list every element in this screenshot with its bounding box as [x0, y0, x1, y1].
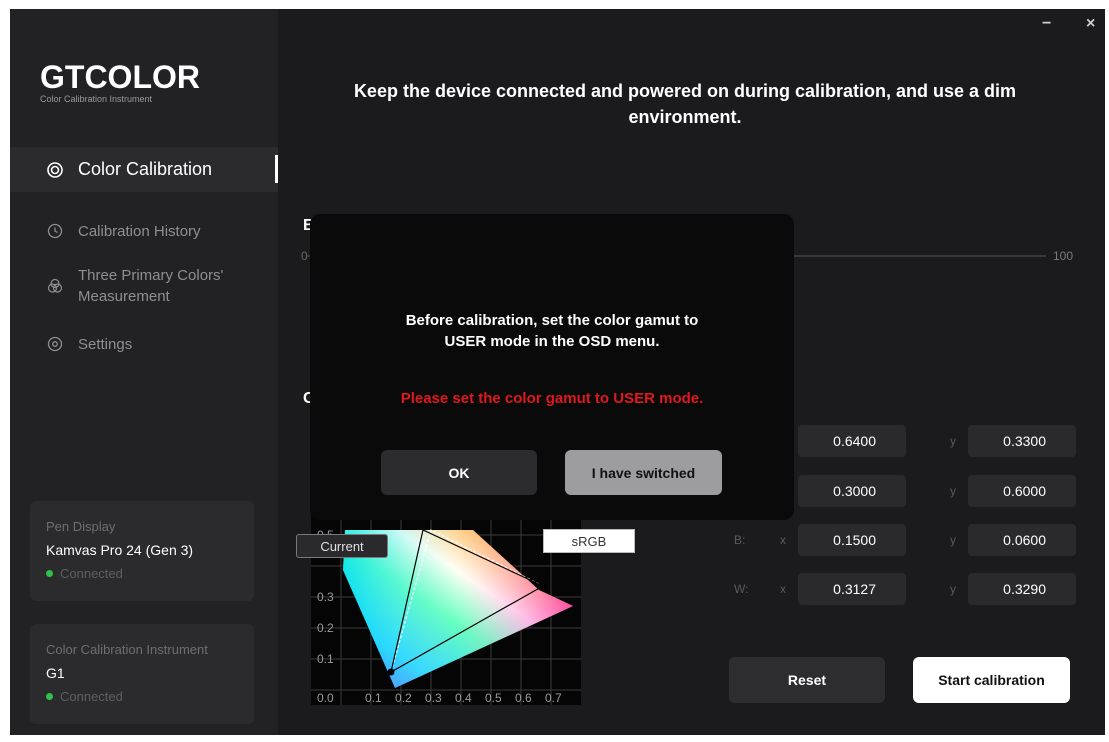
coord-row-w: W: x 0.3127 y 0.3290	[728, 573, 1088, 605]
active-indicator	[275, 155, 278, 183]
x-label: x	[780, 582, 786, 596]
y-tick: 0.3	[317, 590, 334, 604]
device-type: Color Calibration Instrument	[46, 642, 208, 657]
x-tick: 0.6	[515, 691, 532, 705]
x-tick: 0.5	[485, 691, 502, 705]
b-y-field[interactable]: 0.0600	[968, 524, 1076, 556]
y-label: y	[950, 582, 956, 596]
device-status-label: Connected	[60, 689, 123, 704]
close-button[interactable]: ×	[1086, 15, 1095, 33]
sidebar-item-color-calibration[interactable]: Color Calibration	[10, 147, 278, 192]
r-x-field[interactable]: 0.6400	[798, 425, 906, 457]
reset-button[interactable]: Reset	[729, 657, 885, 703]
slider-min-label: 0	[301, 249, 308, 263]
settings-icon	[46, 335, 64, 353]
coord-label: W:	[734, 582, 749, 596]
device-type: Pen Display	[46, 519, 116, 534]
y-label: y	[950, 484, 956, 498]
blue-point	[387, 668, 395, 676]
w-x-field[interactable]: 0.3127	[798, 573, 906, 605]
coord-label: B:	[734, 533, 746, 547]
dialog-message-line1: Before calibration, set the color gamut …	[405, 312, 699, 329]
gamut-mode-dialog: Before calibration, set the color gamut …	[310, 214, 794, 520]
x-tick: 0.2	[395, 691, 412, 705]
sidebar-item-label-line1: Three Primary Colors'	[78, 267, 224, 284]
x-tick: 0.1	[365, 691, 382, 705]
page-headline: Keep the device connected and powered on…	[353, 81, 1017, 127]
sidebar: GTCOLOR Color Calibration Instrument Col…	[10, 9, 278, 735]
history-icon	[46, 222, 64, 240]
device-name: Kamvas Pro 24 (Gen 3)	[46, 542, 194, 558]
device-status: Connected	[46, 689, 123, 704]
x-tick: 0.3	[425, 691, 442, 705]
sidebar-item-three-primary-colors[interactable]: Three Primary Colors' Measurement	[10, 264, 278, 308]
device-status-label: Connected	[60, 566, 123, 581]
i-have-switched-button[interactable]: I have switched	[565, 450, 722, 495]
red-point	[539, 582, 547, 590]
slider-max-label: 100	[1053, 249, 1074, 263]
sidebar-item-settings[interactable]: Settings	[10, 331, 278, 357]
start-calibration-button[interactable]: Start calibration	[913, 657, 1070, 703]
w-y-field[interactable]: 0.3290	[968, 573, 1076, 605]
x-tick: 0.4	[455, 691, 472, 705]
g-y-field[interactable]: 0.6000	[968, 475, 1076, 507]
connected-dot	[46, 570, 53, 577]
device-status: Connected	[46, 566, 123, 581]
y-tick: 0.1	[317, 652, 334, 666]
device-card-pen-display: Pen Display Kamvas Pro 24 (Gen 3) Connec…	[30, 501, 254, 601]
legend-current: Current	[296, 534, 388, 558]
x-tick: 0.7	[545, 691, 562, 705]
connected-dot	[46, 693, 53, 700]
sidebar-item-calibration-history[interactable]: Calibration History	[10, 217, 278, 245]
logo-text: GTCOLOR	[40, 59, 200, 95]
y-tick: 0.2	[317, 621, 334, 635]
logo: GTCOLOR Color Calibration Instrument	[40, 61, 200, 104]
sidebar-item-label: Color Calibration	[78, 159, 213, 179]
g-x-field[interactable]: 0.3000	[798, 475, 906, 507]
rgb-measure-icon	[46, 277, 64, 295]
sidebar-item-label: Three Primary Colors' Measurement	[78, 265, 223, 307]
b-x-field[interactable]: 0.1500	[798, 524, 906, 556]
dialog-warning: Please set the color gamut to USER mode.	[400, 390, 704, 407]
coord-row-b: B: x 0.1500 y 0.0600	[728, 524, 1088, 556]
y-label: y	[950, 434, 956, 448]
sidebar-item-label: Settings	[78, 335, 133, 353]
sidebar-item-label: Calibration History	[78, 222, 201, 240]
y-label: y	[950, 533, 956, 547]
r-y-field[interactable]: 0.3300	[968, 425, 1076, 457]
dialog-message: Before calibration, set the color gamut …	[330, 310, 774, 352]
calibration-icon	[46, 161, 64, 179]
x-tick: 0.0	[317, 691, 334, 705]
dialog-message-line2: USER mode in the OSD menu.	[444, 333, 660, 350]
device-name: G1	[46, 665, 65, 681]
minimize-button[interactable]: −	[1042, 15, 1051, 33]
sidebar-item-label-line2: Measurement	[78, 288, 170, 305]
legend-srgb: sRGB	[543, 529, 635, 553]
logo-subtitle: Color Calibration Instrument	[40, 94, 153, 104]
ok-button[interactable]: OK	[381, 450, 537, 495]
device-card-instrument: Color Calibration Instrument G1 Connecte…	[30, 624, 254, 724]
x-label: x	[780, 533, 786, 547]
